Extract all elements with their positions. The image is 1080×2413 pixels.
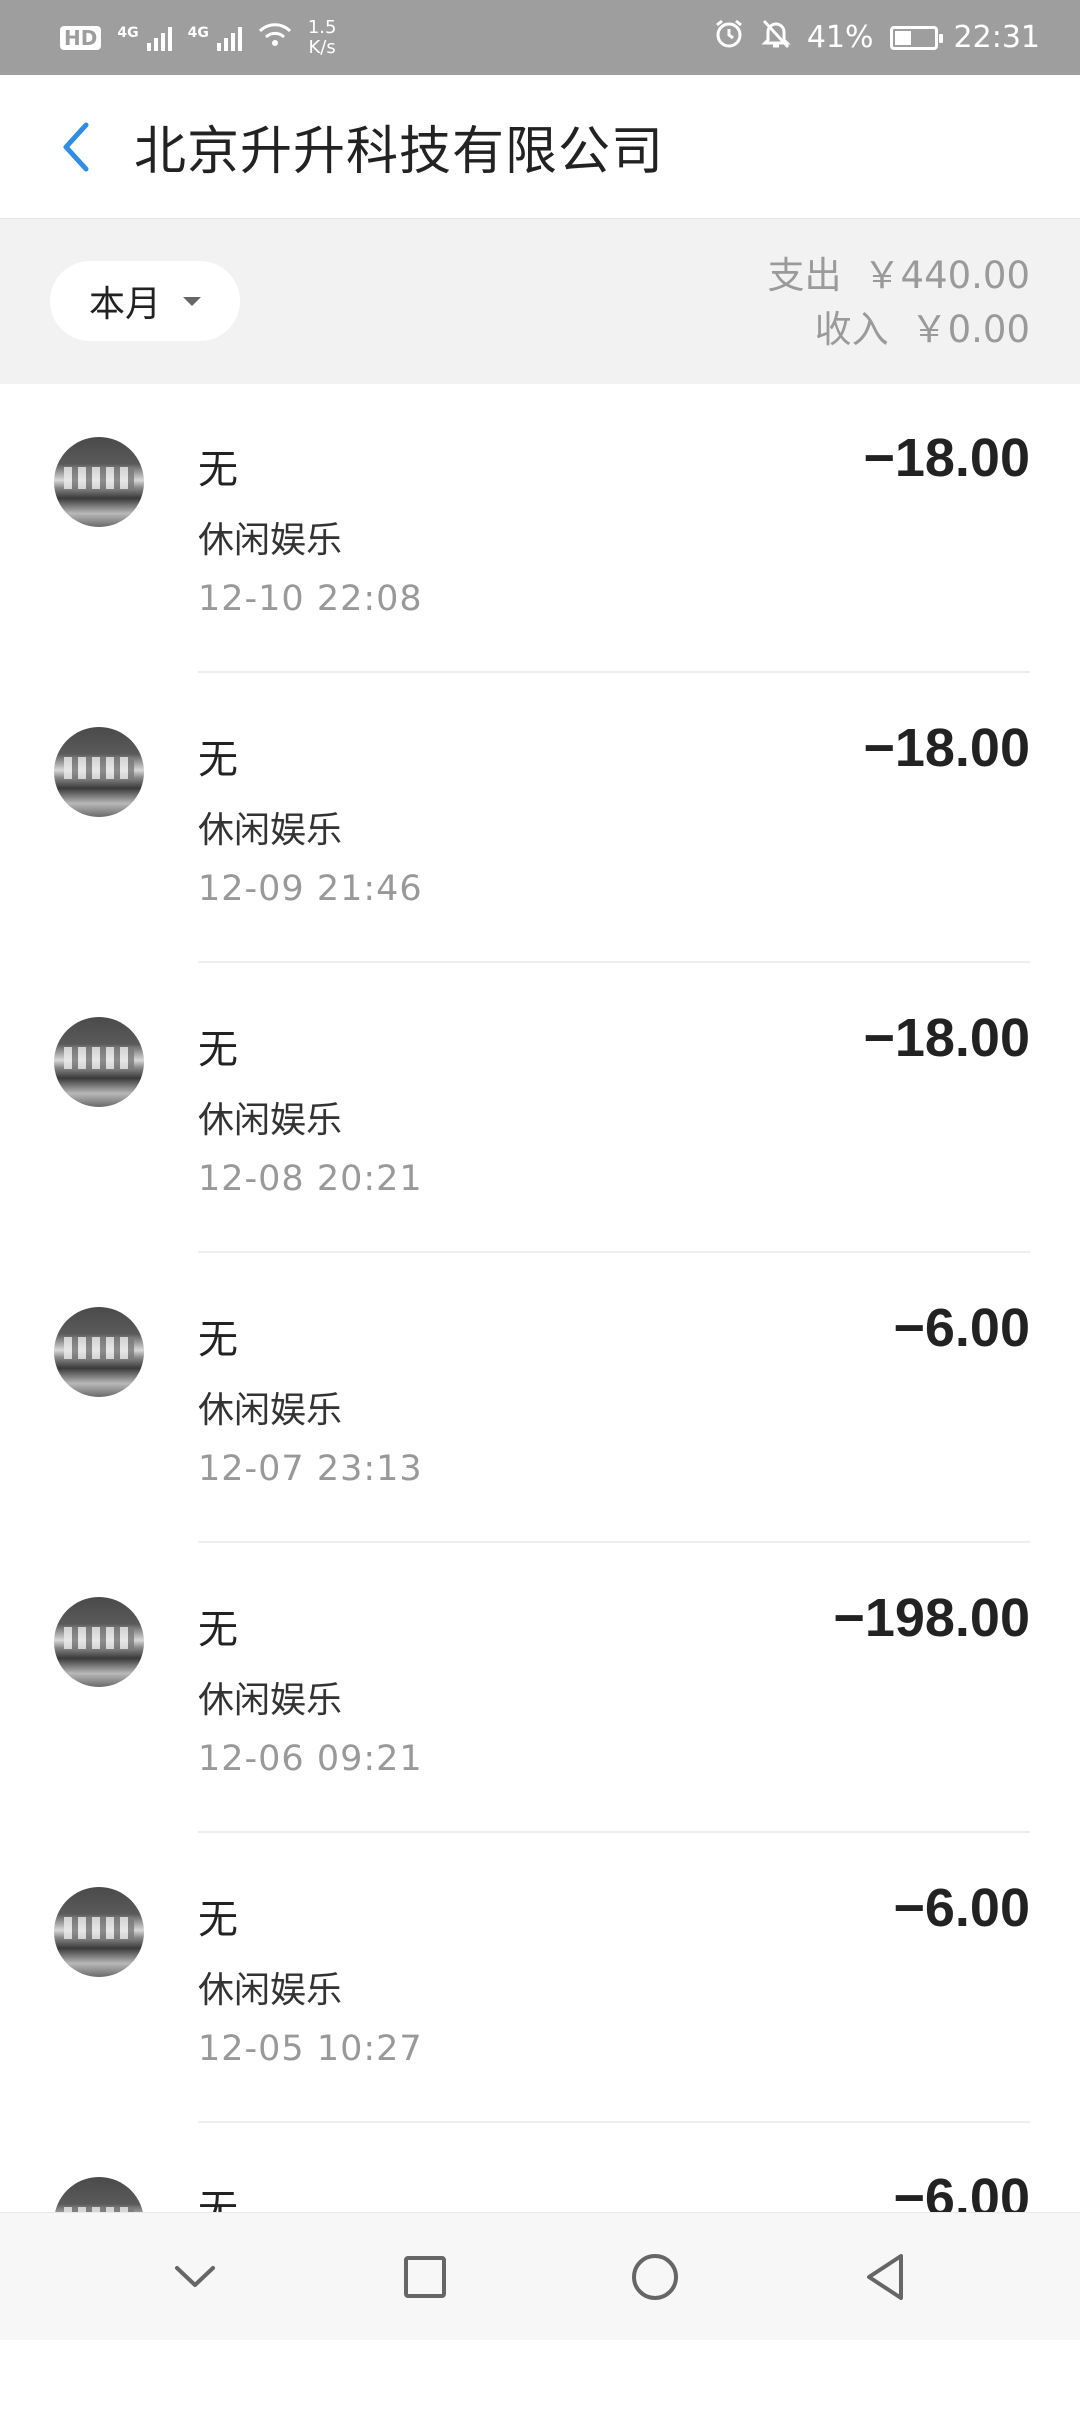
list-item[interactable]: 无 休闲娱乐 12-07 23:13 −6.00 xyxy=(0,1253,1080,1543)
avatar xyxy=(54,727,144,817)
transaction-name: 无 xyxy=(198,1317,238,1363)
list-item[interactable]: 无 休闲娱乐 12-08 20:21 −18.00 xyxy=(0,963,1080,1253)
status-right: 41% 22:31 xyxy=(713,18,1040,58)
transaction-category: 休闲娱乐 xyxy=(198,520,343,561)
battery-percent: 41% xyxy=(806,20,874,55)
avatar xyxy=(54,1017,144,1107)
avatar xyxy=(54,1307,144,1397)
transaction-name: 无 xyxy=(198,1607,238,1653)
triangle-back-icon xyxy=(867,2253,903,2300)
network-type-2: 4G xyxy=(187,24,209,41)
transaction-time: 12-06 09:21 xyxy=(198,1739,423,1779)
top-app-bar: 北京升升科技有限公司 xyxy=(0,75,1080,218)
nav-back-button[interactable] xyxy=(845,2237,925,2317)
income-label: 收入 xyxy=(814,308,889,351)
summary-bar: 本月 支出 ￥440.00 收入 ￥0.00 xyxy=(0,218,1080,384)
list-item[interactable]: 无 休闲娱乐 12-06 09:21 −198.00 xyxy=(0,1543,1080,1833)
totals: 支出 ￥440.00 收入 ￥0.00 xyxy=(768,249,1030,357)
transaction-category: 休闲娱乐 xyxy=(198,810,343,851)
transaction-amount: −18.00 xyxy=(863,428,1030,488)
chevron-left-icon xyxy=(63,122,89,171)
status-left: HD 4G 4G 1.5 K/s xyxy=(60,16,337,58)
income-value: ￥0.00 xyxy=(910,308,1030,351)
nav-collapse-button[interactable] xyxy=(155,2237,235,2317)
transaction-amount: −18.00 xyxy=(863,1008,1030,1068)
clock: 22:31 xyxy=(953,20,1040,55)
transaction-category: 休闲娱乐 xyxy=(198,1100,343,1141)
circle-icon xyxy=(632,2253,678,2300)
transaction-time: 12-07 23:13 xyxy=(198,1449,423,1489)
transaction-name: 无 xyxy=(198,737,238,783)
transaction-time: 12-10 22:08 xyxy=(198,579,423,619)
transaction-time: 12-05 10:27 xyxy=(198,2029,423,2069)
list-item[interactable]: 无 休闲娱乐 12-10 22:08 −18.00 xyxy=(0,383,1080,673)
speed-value: 1.5 xyxy=(307,16,337,38)
expense-value: ￥440.00 xyxy=(863,254,1030,297)
expense-total: 支出 ￥440.00 xyxy=(768,249,1030,303)
avatar xyxy=(54,1887,144,1977)
transaction-amount: −6.00 xyxy=(893,1878,1030,1938)
transaction-category: 休闲娱乐 xyxy=(198,1970,343,2011)
network-speed: 1.5 K/s xyxy=(307,16,337,58)
transaction-amount: −18.00 xyxy=(863,718,1030,778)
page-title: 北京升升科技有限公司 xyxy=(134,122,665,182)
network-type-1: 4G xyxy=(117,24,139,41)
status-bar: HD 4G 4G 1.5 K/s 41% 22:31 xyxy=(0,0,1080,75)
alarm-icon xyxy=(713,18,745,58)
transaction-list: 无 休闲娱乐 12-10 22:08 −18.00 无 休闲娱乐 12-09 2… xyxy=(0,383,1080,2413)
speed-unit: K/s xyxy=(308,36,336,58)
wifi-icon xyxy=(258,19,292,57)
hd-icon: HD xyxy=(60,25,102,50)
transaction-name: 无 xyxy=(198,1027,238,1073)
transaction-amount: −198.00 xyxy=(833,1588,1030,1648)
transaction-category: 休闲娱乐 xyxy=(198,1680,343,1721)
transaction-category: 休闲娱乐 xyxy=(198,1390,343,1431)
mute-icon xyxy=(761,18,791,58)
transaction-name: 无 xyxy=(198,1897,238,1943)
avatar xyxy=(54,437,144,527)
signal-icon-2: 4G xyxy=(188,25,242,51)
transaction-time: 12-08 20:21 xyxy=(198,1159,423,1199)
system-nav-bar xyxy=(0,2212,1080,2340)
chevron-down-icon xyxy=(175,2265,215,2287)
back-button[interactable] xyxy=(40,112,110,182)
avatar xyxy=(54,1597,144,1687)
transaction-name: 无 xyxy=(198,447,238,493)
period-dropdown[interactable]: 本月 xyxy=(50,261,240,341)
signal-icon-1: 4G xyxy=(117,24,172,51)
nav-recents-button[interactable] xyxy=(385,2237,465,2317)
list-item[interactable]: 无 休闲娱乐 12-05 10:27 −6.00 xyxy=(0,1833,1080,2123)
nav-home-button[interactable] xyxy=(615,2237,695,2317)
caret-down-icon xyxy=(183,296,201,306)
period-label: 本月 xyxy=(88,284,161,325)
square-icon xyxy=(404,2255,446,2298)
transaction-time: 12-09 21:46 xyxy=(198,869,423,909)
expense-label: 支出 xyxy=(767,254,842,297)
list-item[interactable]: 无 休闲娱乐 12-09 21:46 −18.00 xyxy=(0,673,1080,963)
transaction-amount: −6.00 xyxy=(893,1298,1030,1358)
battery-icon xyxy=(889,25,943,50)
income-total: 收入 ￥0.00 xyxy=(768,303,1030,357)
